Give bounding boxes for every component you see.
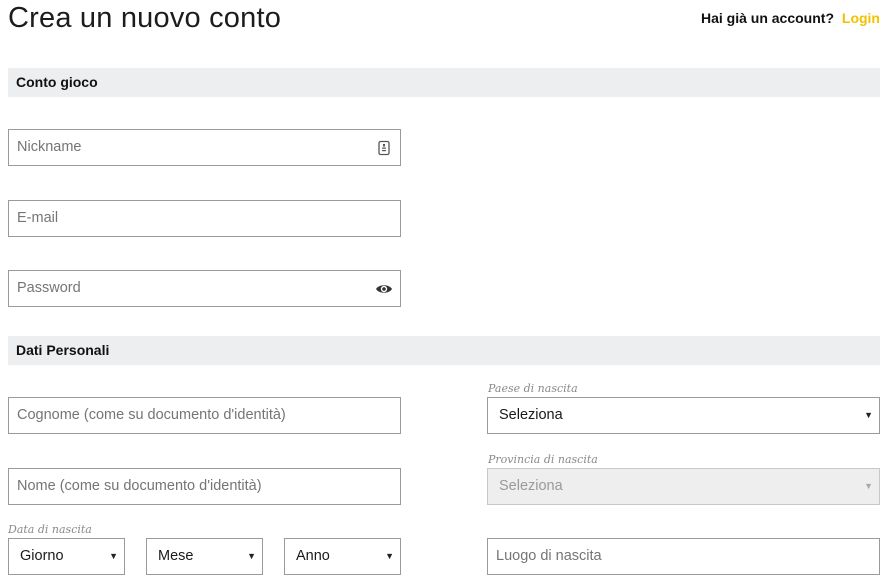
birth-province-select: Seleziona ▼ — [487, 468, 880, 505]
birth-place-placeholder: Luogo di nascita — [496, 548, 602, 564]
page-title: Crea un nuovo conto — [8, 2, 282, 34]
month-select[interactable]: Mese ▼ — [146, 538, 263, 575]
birth-country-select[interactable]: Seleziona ▼ — [487, 397, 880, 434]
month-select-value: Mese — [158, 548, 194, 564]
email-field[interactable]: E-mail — [8, 200, 401, 237]
account-question: Hai già un account? — [700, 10, 834, 26]
birth-date-label: Data di nascita — [8, 523, 92, 536]
nickname-placeholder: Nickname — [17, 139, 82, 155]
year-select-value: Anno — [296, 548, 330, 564]
birth-place-field[interactable]: Luogo di nascita — [487, 538, 880, 575]
login-prompt: Hai già un account? Login — [701, 10, 880, 26]
section-header-personal: Dati Personali — [8, 336, 880, 365]
eye-icon[interactable] — [375, 281, 393, 297]
login-link[interactable]: Login — [842, 10, 880, 26]
birth-country-label: Paese di nascita — [488, 382, 578, 395]
id-card-icon — [378, 140, 390, 156]
birth-province-value: Seleziona — [499, 478, 563, 494]
password-field[interactable]: Password — [8, 270, 401, 307]
caret-down-icon: ▼ — [247, 551, 256, 561]
caret-down-icon: ▼ — [864, 410, 873, 420]
surname-field[interactable]: Cognome (come su documento d'identità) — [8, 397, 401, 434]
caret-down-icon: ▼ — [385, 551, 394, 561]
caret-down-icon: ▼ — [109, 551, 118, 561]
email-placeholder: E-mail — [17, 210, 59, 226]
caret-down-icon: ▼ — [864, 481, 873, 491]
birth-province-label: Provincia di nascita — [488, 453, 598, 466]
name-field[interactable]: Nome (come su documento d'identità) — [8, 468, 401, 505]
section-header-account: Conto gioco — [8, 68, 880, 97]
password-placeholder: Password — [17, 280, 81, 296]
surname-placeholder: Cognome (come su documento d'identità) — [17, 407, 286, 423]
section-title-account: Conto gioco — [16, 74, 98, 90]
day-select[interactable]: Giorno ▼ — [8, 538, 125, 575]
section-title-personal: Dati Personali — [16, 342, 110, 358]
name-placeholder: Nome (come su documento d'identità) — [17, 478, 262, 494]
day-select-value: Giorno — [20, 548, 64, 564]
year-select[interactable]: Anno ▼ — [284, 538, 401, 575]
birth-country-value: Seleziona — [499, 407, 563, 423]
nickname-field[interactable]: Nickname — [8, 129, 401, 166]
